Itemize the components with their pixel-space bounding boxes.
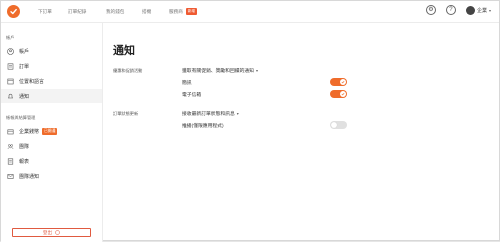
- user-name: 企業: [476, 7, 487, 14]
- logo-icon[interactable]: [7, 5, 20, 18]
- sidebar-item-notifications[interactable]: 通知: [1, 89, 102, 103]
- user-menu[interactable]: 企業 ▾: [465, 5, 491, 15]
- top-bar: 下訂單 訂單紀錄 我的錢包 搭機 服務商 新增 ⚙ ? 企業 ▾: [1, 1, 499, 23]
- mail-icon: [7, 173, 14, 180]
- sidebar-item-team-notifications[interactable]: 團隊通知: [1, 169, 102, 183]
- team-icon: [7, 143, 14, 150]
- main-content: 通知 優惠和促銷活動 獲取有關促銷、獎勵和回饋的通知 ▾ 簡訊 電子信箱 訂單狀態…: [104, 23, 499, 242]
- new-badge: 新增: [185, 8, 197, 15]
- logout-button[interactable]: 登出: [12, 228, 91, 237]
- logout-icon: [55, 229, 60, 236]
- avatar: [465, 5, 475, 15]
- section-order-status-label: 訂單狀態更新: [113, 111, 139, 116]
- report-icon: [7, 158, 14, 165]
- chevron-down-icon: ▾: [236, 111, 239, 116]
- sms-label: 簡訊: [182, 81, 192, 86]
- sidebar-item-team[interactable]: 團隊: [1, 139, 102, 153]
- email-label: 電子信箱: [182, 93, 202, 98]
- sms-toggle[interactable]: [330, 78, 347, 86]
- push-toggle[interactable]: [330, 121, 347, 129]
- help-icon[interactable]: ?: [445, 5, 456, 15]
- sidebar-item-orders[interactable]: 訂單: [1, 59, 102, 73]
- sidebar: 帳戶 帳戶 訂單 位置和語言 通知 帳報與結算管理 企業錢幣 已開通 團隊 報表…: [1, 23, 103, 242]
- email-toggle[interactable]: [330, 90, 347, 98]
- section-order-status-heading[interactable]: 接收最新訂單狀態和訊息 ▾: [182, 110, 239, 117]
- sidebar-item-account[interactable]: 帳戶: [1, 44, 102, 58]
- bell-icon: [7, 93, 14, 100]
- sidebar-item-reports[interactable]: 報表: [1, 154, 102, 168]
- receipt-icon: [7, 63, 14, 70]
- sidebar-item-enterprise-wallet[interactable]: 企業錢幣 已開通: [1, 124, 102, 138]
- building-icon: [7, 128, 14, 135]
- section-promotions-label: 優惠和促銷活動: [113, 68, 143, 73]
- sidebar-item-location-language[interactable]: 位置和語言: [1, 74, 102, 88]
- activated-tag: 已開通: [42, 127, 58, 135]
- chevron-down-icon: ▾: [255, 68, 258, 73]
- user-icon: [7, 47, 14, 55]
- sidebar-section-account: 帳戶: [6, 35, 15, 40]
- nav-flights[interactable]: 搭機: [142, 1, 151, 22]
- nav-wallet[interactable]: 我的錢包: [106, 1, 124, 22]
- nav-place-order[interactable]: 下訂單: [38, 1, 52, 22]
- sidebar-section-business: 帳報與結算管理: [6, 115, 36, 120]
- push-label: 推播(僅限應用程式): [182, 124, 224, 129]
- section-promotions-heading[interactable]: 獲取有關促銷、獎勵和回饋的通知 ▾: [182, 67, 258, 74]
- page-title: 通知: [113, 45, 135, 57]
- settings-icon[interactable]: ⚙: [425, 5, 436, 15]
- nav-order-history[interactable]: 訂單紀錄: [68, 1, 86, 22]
- globe-icon: [7, 78, 14, 85]
- chevron-down-icon: ▾: [488, 7, 491, 13]
- nav-service[interactable]: 服務商 新增: [169, 1, 197, 22]
- app-window: 下訂單 訂單紀錄 我的錢包 搭機 服務商 新增 ⚙ ? 企業 ▾ 帳戶 帳戶 訂單…: [0, 0, 500, 242]
